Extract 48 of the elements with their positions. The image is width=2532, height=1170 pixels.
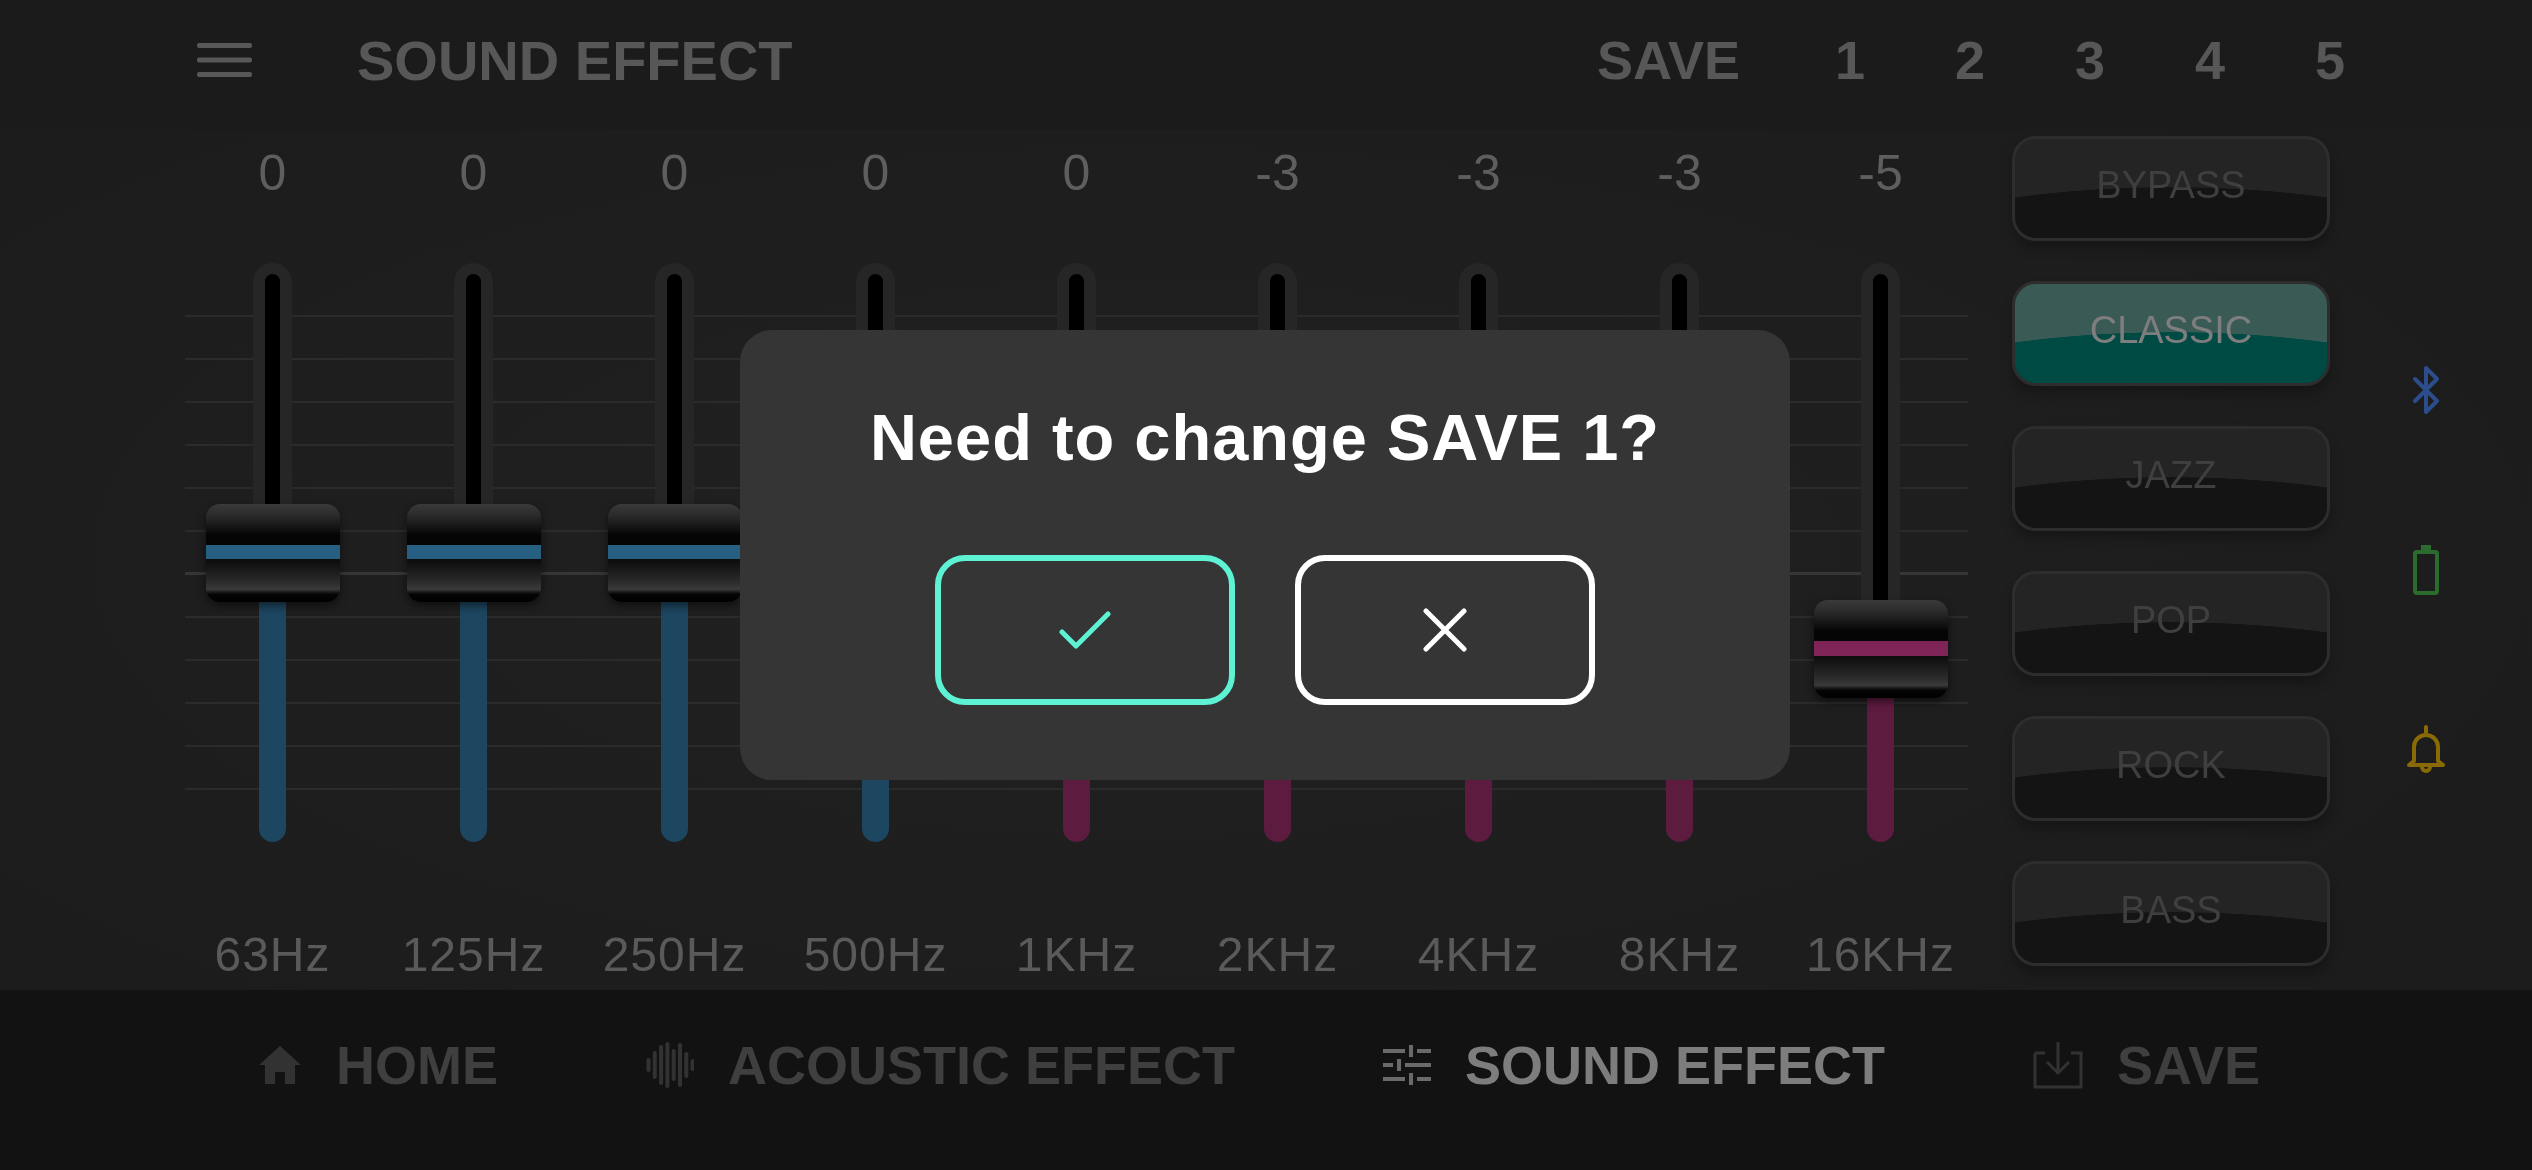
gain-value: 0 [258,144,287,203]
confirm-button[interactable] [935,555,1235,705]
frequency-label: 63Hz [214,927,331,983]
slider-track[interactable] [607,263,742,842]
gain-value: 0 [459,144,488,203]
battery-icon [2413,545,2439,595]
check-icon [1059,611,1111,649]
frequency-label: 500Hz [803,927,948,983]
cancel-button[interactable] [1295,555,1595,705]
save-slot-tab[interactable]: 1 [1820,29,1880,91]
save-label: SAVE [1596,29,1740,91]
dialog-title: Need to change SAVE 1? [869,400,1661,476]
frequency-label: 2KHz [1216,927,1339,983]
save-slot-tab[interactable]: 5 [2300,29,2360,91]
bluetooth-icon [2411,365,2441,415]
gain-value: -5 [1858,144,1903,203]
frequency-label: 250Hz [602,927,747,983]
screen-title: SOUND EFFECT [357,27,793,93]
save-slot-tab[interactable]: 3 [2060,29,2120,91]
download-icon [2033,1041,2083,1089]
slider-track[interactable] [406,263,541,842]
slider-thumb[interactable] [1813,600,1948,699]
gain-value: 0 [861,144,890,203]
slider-track[interactable] [205,263,340,842]
sliders-icon [1383,1045,1431,1085]
bell-icon [2406,725,2446,773]
gain-value: -3 [1657,144,1702,203]
nav-tab[interactable]: SOUND EFFECT [1383,1034,1885,1096]
frequency-label: 8KHz [1618,927,1741,983]
frequency-label: 16KHz [1805,927,1956,983]
close-icon [1423,608,1467,652]
frequency-label: 125Hz [401,927,546,983]
slider-track[interactable] [1813,263,1948,842]
slider-thumb[interactable] [406,503,541,602]
house-icon [258,1045,302,1085]
save-slot-tab[interactable]: 2 [1940,29,2000,91]
frequency-label: 1KHz [1015,927,1138,983]
gain-value: -3 [1456,144,1501,203]
frequency-label: 4KHz [1417,927,1540,983]
gain-value: 0 [1062,144,1091,203]
save-slot-tab[interactable]: 4 [2180,29,2240,91]
menu-icon[interactable] [197,43,252,77]
waveform-icon [646,1042,694,1088]
gain-value: -3 [1255,144,1300,203]
gain-value: 0 [660,144,689,203]
slider-thumb[interactable] [607,503,742,602]
slider-thumb[interactable] [205,503,340,602]
preset-button[interactable]: CLASSIC [2012,281,2330,386]
